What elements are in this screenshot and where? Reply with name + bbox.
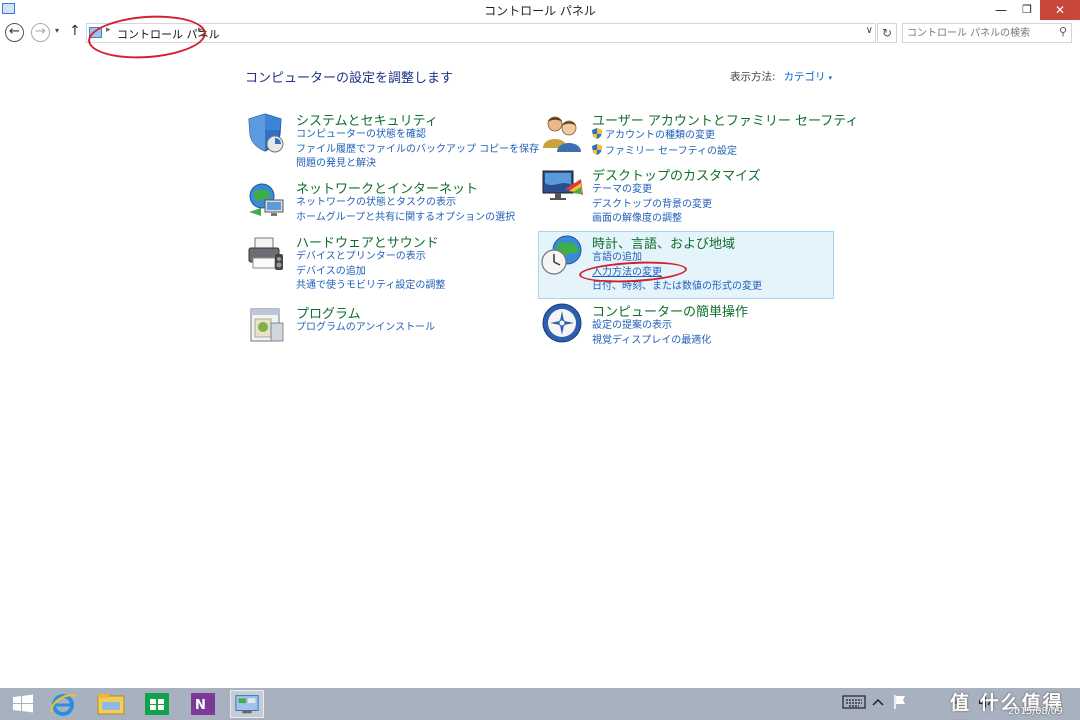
category-title[interactable]: コンピューターの簡単操作 — [592, 301, 748, 320]
link-network-status[interactable]: ネットワークの状態とタスクの表示 — [296, 196, 515, 211]
address-dropdown-icon[interactable]: ∨ — [866, 25, 873, 36]
view-by: 表示方法: カテゴリ ▾ — [730, 69, 832, 84]
link-change-input-method[interactable]: 入力方法の変更 — [592, 266, 762, 281]
control-panel-icon[interactable] — [230, 690, 264, 718]
category-links: 言語の追加 入力方法の変更 日付、時刻、または数値の形式の変更 — [592, 251, 762, 295]
internet-explorer-icon[interactable] — [46, 690, 80, 718]
category-title[interactable]: デスクトップのカスタマイズ — [592, 165, 761, 184]
category-links: ネットワークの状態とタスクの表示 ホームグループと共有に関するオプションの選択 — [296, 196, 515, 225]
category-title[interactable]: ハードウェアとサウンド — [296, 232, 439, 251]
window-title: コントロール パネル — [484, 4, 596, 18]
shield-icon[interactable] — [245, 110, 289, 154]
up-button[interactable]: ↑ — [69, 23, 81, 39]
link-label: ファミリー セーフティの設定 — [605, 145, 737, 157]
recent-locations-dropdown[interactable]: ▾ — [55, 26, 59, 35]
store-icon[interactable] — [140, 690, 174, 718]
link-homegroup-options[interactable]: ホームグループと共有に関するオプションの選択 — [296, 211, 515, 226]
breadcrumb-separator-icon[interactable]: ▸ — [106, 25, 111, 35]
link-uninstall-program[interactable]: プログラムのアンインストール — [296, 321, 435, 336]
link-suggest-settings[interactable]: 設定の提案の表示 — [592, 319, 711, 334]
desktop-icon[interactable] — [541, 165, 585, 209]
minimize-button[interactable]: — — [988, 0, 1014, 20]
restore-button[interactable]: ❐ — [1014, 0, 1040, 20]
view-by-label: 表示方法: — [730, 71, 776, 83]
flag-icon[interactable] — [893, 694, 907, 714]
link-adjust-resolution[interactable]: 画面の解像度の調整 — [592, 212, 712, 227]
network-icon[interactable] — [245, 178, 289, 222]
chevron-up-icon[interactable] — [872, 696, 884, 711]
programs-icon[interactable] — [245, 303, 289, 347]
onenote-icon[interactable]: N — [186, 690, 220, 718]
link-change-date-format[interactable]: 日付、時刻、または数値の形式の変更 — [592, 280, 762, 295]
category-links: 設定の提案の表示 視覚ディスプレイの最適化 — [592, 319, 711, 348]
link-troubleshoot[interactable]: 問題の発見と解決 — [296, 157, 539, 172]
control-panel-icon — [89, 27, 102, 38]
link-check-status[interactable]: コンピューターの状態を確認 — [296, 128, 539, 143]
file-explorer-icon[interactable] — [94, 690, 128, 718]
link-optimize-display[interactable]: 視覚ディスプレイの最適化 — [592, 334, 711, 349]
view-by-dropdown[interactable]: カテゴリ — [784, 71, 826, 83]
back-button[interactable]: ← — [5, 23, 24, 42]
breadcrumb-control-panel[interactable]: コントロール パネル — [117, 26, 220, 42]
uac-shield-icon — [592, 128, 602, 139]
taskbar: N A — [0, 688, 1080, 720]
close-button[interactable]: ✕ — [1040, 0, 1080, 20]
link-family-safety[interactable]: ファミリー セーフティの設定 — [592, 143, 737, 160]
start-icon[interactable] — [6, 690, 40, 718]
link-add-device[interactable]: デバイスの追加 — [296, 265, 445, 280]
category-links: プログラムのアンインストール — [296, 321, 435, 336]
keyboard-icon[interactable] — [842, 694, 866, 714]
clock-globe-icon[interactable] — [541, 233, 585, 277]
category-title[interactable]: ネットワークとインターネット — [296, 178, 478, 197]
search-box[interactable]: ⚲ — [902, 23, 1072, 43]
link-mobility-settings[interactable]: 共通で使うモビリティ設定の調整 — [296, 279, 445, 294]
category-title[interactable]: ユーザー アカウントとファミリー セーフティ — [592, 110, 858, 129]
breadcrumb-chevron-icon[interactable]: ▸ — [198, 25, 203, 35]
navigation-bar: ← → ▾ ↑ ▸ コントロール パネル ▸ ∨ ↻ ⚲ — [0, 20, 1080, 46]
link-add-language[interactable]: 言語の追加 — [592, 251, 762, 266]
search-icon[interactable]: ⚲ — [1059, 25, 1067, 38]
svg-text:N: N — [195, 698, 206, 713]
category-links: アカウントの種類の変更 ファミリー セーフティの設定 — [592, 128, 737, 159]
search-input[interactable] — [903, 24, 1043, 42]
address-bar[interactable]: ▸ コントロール パネル ▸ ∨ — [86, 23, 876, 43]
view-by-chevron-icon[interactable]: ▾ — [829, 74, 833, 82]
category-title[interactable]: 時計、言語、および地域 — [592, 233, 735, 252]
category-links: コンピューターの状態を確認 ファイル履歴でファイルのバックアップ コピーを保存 … — [296, 128, 539, 172]
users-icon[interactable] — [541, 110, 585, 154]
uac-shield-icon — [592, 143, 602, 155]
category-links: テーマの変更 デスクトップの背景の変更 画面の解像度の調整 — [592, 183, 712, 227]
link-label: アカウントの種類の変更 — [605, 130, 715, 141]
link-devices-printers[interactable]: デバイスとプリンターの表示 — [296, 250, 445, 265]
title-bar: コントロール パネル — ❐ ✕ — [0, 0, 1080, 20]
category-title[interactable]: システムとセキュリティ — [296, 110, 438, 129]
page-heading: コンピューターの設定を調整します — [245, 71, 454, 86]
link-change-theme[interactable]: テーマの変更 — [592, 183, 712, 198]
printer-icon[interactable] — [245, 232, 289, 276]
category-links: デバイスとプリンターの表示 デバイスの追加 共通で使うモビリティ設定の調整 — [296, 250, 445, 294]
category-title[interactable]: プログラム — [296, 303, 361, 322]
link-change-background[interactable]: デスクトップの背景の変更 — [592, 198, 712, 213]
ease-of-access-icon[interactable] — [541, 301, 585, 345]
link-change-account-type[interactable]: アカウントの種類の変更 — [592, 128, 737, 144]
refresh-button[interactable]: ↻ — [877, 23, 897, 43]
forward-button[interactable]: → — [31, 23, 50, 42]
link-file-history[interactable]: ファイル履歴でファイルのバックアップ コピーを保存 — [296, 143, 539, 158]
date-stamp: 2015/08/09 — [1008, 706, 1063, 717]
